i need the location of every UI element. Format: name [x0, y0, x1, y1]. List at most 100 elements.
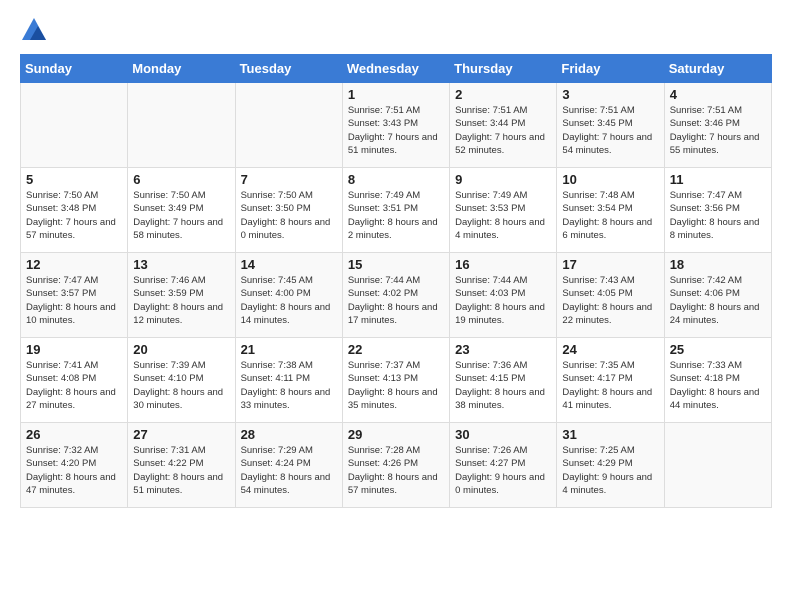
calendar-cell: 2 Sunrise: 7:51 AM Sunset: 3:44 PM Daylig…	[450, 83, 557, 168]
cell-content: Sunrise: 7:51 AM Sunset: 3:45 PM Dayligh…	[562, 104, 658, 157]
cell-content: Sunrise: 7:46 AM Sunset: 3:59 PM Dayligh…	[133, 274, 229, 327]
cell-content: Sunrise: 7:33 AM Sunset: 4:18 PM Dayligh…	[670, 359, 766, 412]
day-number: 22	[348, 342, 444, 357]
calendar-cell: 11Sunrise: 7:47 AM Sunset: 3:56 PM Dayli…	[664, 168, 771, 253]
calendar-cell: 22 Sunrise: 7:37 AM Sunset: 4:13 PM Dayli…	[342, 338, 449, 423]
cell-content: Sunrise: 7:51 AM Sunset: 3:43 PM Dayligh…	[348, 104, 444, 157]
cell-content: Sunrise: 7:36 AM Sunset: 4:15 PM Dayligh…	[455, 359, 551, 412]
cell-content: Sunrise: 7:28 AM Sunset: 4:26 PM Dayligh…	[348, 444, 444, 497]
day-number: 2	[455, 87, 551, 102]
cell-content: Sunrise: 7:50 AM Sunset: 3:48 PM Dayligh…	[26, 189, 122, 242]
day-number: 18	[670, 257, 766, 272]
day-number: 19	[26, 342, 122, 357]
day-number: 7	[241, 172, 337, 187]
day-number: 24	[562, 342, 658, 357]
day-number: 9	[455, 172, 551, 187]
day-number: 25	[670, 342, 766, 357]
day-number: 3	[562, 87, 658, 102]
day-header-sunday: Sunday	[21, 55, 128, 83]
day-number: 4	[670, 87, 766, 102]
calendar-table: SundayMondayTuesdayWednesdayThursdayFrid…	[20, 54, 772, 508]
calendar-cell: 10 Sunrise: 7:48 AM Sunset: 3:54 PM Dayli…	[557, 168, 664, 253]
day-number: 30	[455, 427, 551, 442]
day-header-thursday: Thursday	[450, 55, 557, 83]
day-number: 27	[133, 427, 229, 442]
calendar-cell: 7 Sunrise: 7:50 AM Sunset: 3:50 PM Daylig…	[235, 168, 342, 253]
calendar-cell: 27 Sunrise: 7:31 AM Sunset: 4:22 PM Dayli…	[128, 423, 235, 508]
cell-content: Sunrise: 7:47 AM Sunset: 3:56 PM Dayligh…	[670, 189, 766, 242]
day-number: 31	[562, 427, 658, 442]
cell-content: Sunrise: 7:39 AM Sunset: 4:10 PM Dayligh…	[133, 359, 229, 412]
day-number: 17	[562, 257, 658, 272]
cell-content: Sunrise: 7:38 AM Sunset: 4:11 PM Dayligh…	[241, 359, 337, 412]
cell-content: Sunrise: 7:37 AM Sunset: 4:13 PM Dayligh…	[348, 359, 444, 412]
calendar-cell: 1 Sunrise: 7:51 AM Sunset: 3:43 PM Daylig…	[342, 83, 449, 168]
week-row-4: 19 Sunrise: 7:41 AM Sunset: 4:08 PM Dayli…	[21, 338, 772, 423]
cell-content: Sunrise: 7:50 AM Sunset: 3:49 PM Dayligh…	[133, 189, 229, 242]
header-row: SundayMondayTuesdayWednesdayThursdayFrid…	[21, 55, 772, 83]
cell-content: Sunrise: 7:41 AM Sunset: 4:08 PM Dayligh…	[26, 359, 122, 412]
logo-icon	[20, 16, 48, 44]
day-number: 13	[133, 257, 229, 272]
calendar-cell: 12 Sunrise: 7:47 AM Sunset: 3:57 PM Dayli…	[21, 253, 128, 338]
cell-content: Sunrise: 7:29 AM Sunset: 4:24 PM Dayligh…	[241, 444, 337, 497]
calendar-cell: 24 Sunrise: 7:35 AM Sunset: 4:17 PM Dayli…	[557, 338, 664, 423]
calendar-cell: 25 Sunrise: 7:33 AM Sunset: 4:18 PM Dayli…	[664, 338, 771, 423]
day-header-friday: Friday	[557, 55, 664, 83]
header	[20, 16, 772, 44]
calendar-cell: 28 Sunrise: 7:29 AM Sunset: 4:24 PM Dayli…	[235, 423, 342, 508]
day-number: 15	[348, 257, 444, 272]
day-number: 26	[26, 427, 122, 442]
day-number: 29	[348, 427, 444, 442]
cell-content: Sunrise: 7:43 AM Sunset: 4:05 PM Dayligh…	[562, 274, 658, 327]
calendar-cell: 14 Sunrise: 7:45 AM Sunset: 4:00 PM Dayli…	[235, 253, 342, 338]
calendar-cell: 6 Sunrise: 7:50 AM Sunset: 3:49 PM Daylig…	[128, 168, 235, 253]
cell-content: Sunrise: 7:51 AM Sunset: 3:46 PM Dayligh…	[670, 104, 766, 157]
cell-content: Sunrise: 7:49 AM Sunset: 3:51 PM Dayligh…	[348, 189, 444, 242]
day-number: 10	[562, 172, 658, 187]
calendar-cell	[664, 423, 771, 508]
calendar-cell: 9 Sunrise: 7:49 AM Sunset: 3:53 PM Daylig…	[450, 168, 557, 253]
calendar-cell: 4 Sunrise: 7:51 AM Sunset: 3:46 PM Daylig…	[664, 83, 771, 168]
day-number: 21	[241, 342, 337, 357]
week-row-1: 1 Sunrise: 7:51 AM Sunset: 3:43 PM Daylig…	[21, 83, 772, 168]
cell-content: Sunrise: 7:45 AM Sunset: 4:00 PM Dayligh…	[241, 274, 337, 327]
calendar-cell: 20 Sunrise: 7:39 AM Sunset: 4:10 PM Dayli…	[128, 338, 235, 423]
day-header-tuesday: Tuesday	[235, 55, 342, 83]
calendar-cell: 8 Sunrise: 7:49 AM Sunset: 3:51 PM Daylig…	[342, 168, 449, 253]
day-number: 5	[26, 172, 122, 187]
day-header-saturday: Saturday	[664, 55, 771, 83]
cell-content: Sunrise: 7:42 AM Sunset: 4:06 PM Dayligh…	[670, 274, 766, 327]
calendar-cell: 30Sunrise: 7:26 AM Sunset: 4:27 PM Dayli…	[450, 423, 557, 508]
day-number: 6	[133, 172, 229, 187]
calendar-cell	[235, 83, 342, 168]
calendar-cell	[21, 83, 128, 168]
day-number: 1	[348, 87, 444, 102]
calendar-cell	[128, 83, 235, 168]
day-number: 16	[455, 257, 551, 272]
cell-content: Sunrise: 7:50 AM Sunset: 3:50 PM Dayligh…	[241, 189, 337, 242]
calendar-cell: 15Sunrise: 7:44 AM Sunset: 4:02 PM Dayli…	[342, 253, 449, 338]
calendar-cell: 13 Sunrise: 7:46 AM Sunset: 3:59 PM Dayli…	[128, 253, 235, 338]
logo	[20, 16, 52, 44]
cell-content: Sunrise: 7:47 AM Sunset: 3:57 PM Dayligh…	[26, 274, 122, 327]
cell-content: Sunrise: 7:49 AM Sunset: 3:53 PM Dayligh…	[455, 189, 551, 242]
day-number: 14	[241, 257, 337, 272]
cell-content: Sunrise: 7:44 AM Sunset: 4:03 PM Dayligh…	[455, 274, 551, 327]
day-number: 28	[241, 427, 337, 442]
cell-content: Sunrise: 7:31 AM Sunset: 4:22 PM Dayligh…	[133, 444, 229, 497]
day-number: 8	[348, 172, 444, 187]
calendar-cell: 3 Sunrise: 7:51 AM Sunset: 3:45 PM Daylig…	[557, 83, 664, 168]
calendar-cell: 26 Sunrise: 7:32 AM Sunset: 4:20 PM Dayli…	[21, 423, 128, 508]
calendar-cell: 23 Sunrise: 7:36 AM Sunset: 4:15 PM Dayli…	[450, 338, 557, 423]
cell-content: Sunrise: 7:35 AM Sunset: 4:17 PM Dayligh…	[562, 359, 658, 412]
day-number: 23	[455, 342, 551, 357]
cell-content: Sunrise: 7:51 AM Sunset: 3:44 PM Dayligh…	[455, 104, 551, 157]
calendar-cell: 18 Sunrise: 7:42 AM Sunset: 4:06 PM Dayli…	[664, 253, 771, 338]
day-number: 12	[26, 257, 122, 272]
cell-content: Sunrise: 7:32 AM Sunset: 4:20 PM Dayligh…	[26, 444, 122, 497]
cell-content: Sunrise: 7:48 AM Sunset: 3:54 PM Dayligh…	[562, 189, 658, 242]
day-number: 20	[133, 342, 229, 357]
calendar-cell: 19 Sunrise: 7:41 AM Sunset: 4:08 PM Dayli…	[21, 338, 128, 423]
calendar-cell: 29 Sunrise: 7:28 AM Sunset: 4:26 PM Dayli…	[342, 423, 449, 508]
